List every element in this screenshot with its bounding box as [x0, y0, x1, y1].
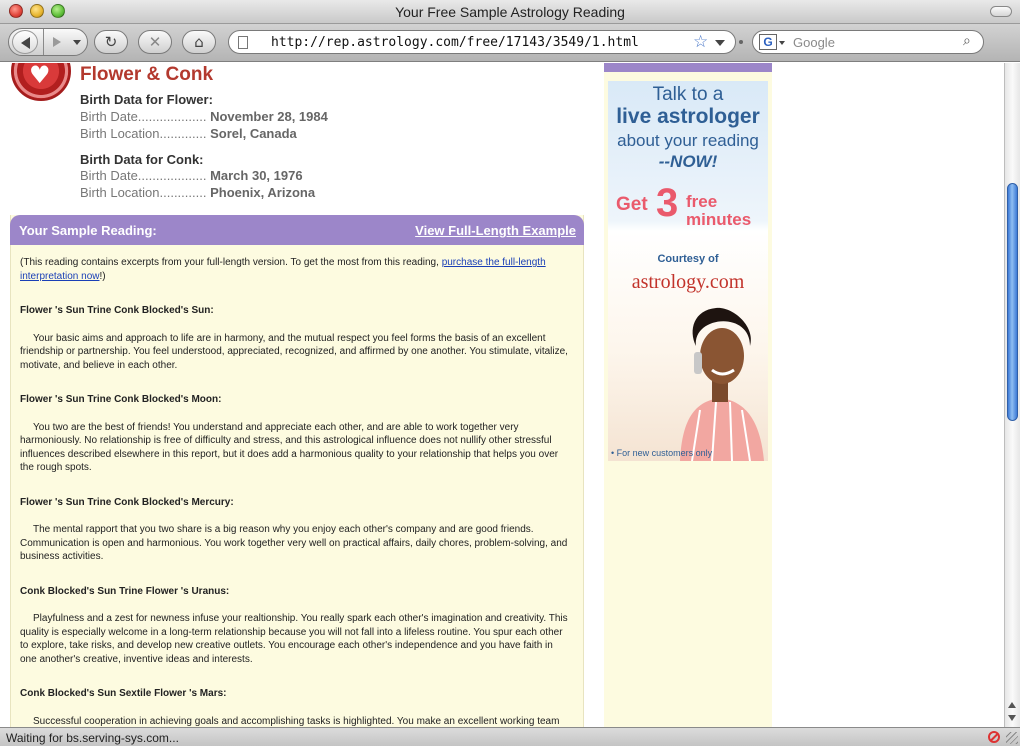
reading-intro: (This reading contains excerpts from you… [20, 256, 572, 283]
ad-courtesy-text: Courtesy of [657, 253, 719, 265]
section-text: You two are the best of friends! You und… [20, 421, 559, 474]
ad-brand-logo: astrology.com [631, 271, 745, 293]
forward-button[interactable] [53, 37, 61, 47]
reload-icon: ↻ [104, 33, 118, 51]
url-input[interactable]: http://rep.astrology.com/free/17143/3549… [271, 35, 639, 50]
birth-location-label: Birth Location............. [80, 185, 207, 200]
search-icon[interactable]: ⌕ [963, 33, 971, 49]
birth-date-label: Birth Date................... [80, 168, 207, 183]
browser-toolbar: ↻ ✕ ⌂ http://rep.astrology.com/free/1714… [0, 24, 1020, 62]
ad-line-3: about your reading [617, 131, 759, 150]
reload-button[interactable]: ↻ [94, 30, 128, 54]
toolbar-dot [739, 40, 743, 44]
section-title: Conk Blocked's Sun Trine Flower 's Uranu… [20, 585, 230, 597]
status-bar: Waiting for bs.serving-sys.com... [0, 727, 1020, 746]
person1-birth-location: Birth Location............. Sorel, Canad… [80, 126, 297, 141]
stop-button[interactable]: ✕ [138, 30, 172, 54]
birth-location-value: Phoenix, Arizona [210, 185, 316, 200]
birth-date-label: Birth Date................... [80, 109, 207, 124]
ad-line-4: --NOW! [658, 152, 718, 171]
astrology-logo: ♥ [11, 63, 71, 101]
section-text: Playfulness and a zest for newness infus… [20, 613, 568, 665]
page-title: Flower & Conk [80, 64, 214, 85]
back-forward-group [8, 28, 88, 56]
intro-text-end: !) [99, 270, 106, 282]
ad-line-1: Talk to a [652, 84, 724, 105]
person1-heading: Birth Data for Flower: [80, 92, 213, 107]
url-dropdown-icon[interactable] [715, 40, 725, 46]
scroll-arrows [1004, 700, 1020, 727]
status-text: Waiting for bs.serving-sys.com... [6, 731, 179, 745]
search-input[interactable]: Google [793, 35, 835, 50]
heart-icon: ♥ [29, 63, 51, 89]
stop-icon: ✕ [148, 33, 162, 51]
vertical-scrollbar[interactable] [1004, 63, 1020, 727]
birth-location-label: Birth Location............. [80, 126, 207, 141]
blocked-icon[interactable] [988, 731, 1000, 743]
ad-person-photo [680, 307, 764, 461]
birth-date-value: March 30, 1976 [210, 168, 303, 183]
section-title: Flower 's Sun Trine Conk Blocked's Moon: [20, 394, 222, 405]
person2-birth-date: Birth Date................... March 30, … [80, 168, 303, 183]
window-title: Your Free Sample Astrology Reading [395, 4, 625, 20]
search-bar[interactable]: G Google ⌕ [752, 30, 984, 54]
intro-text: (This reading contains excerpts from you… [20, 257, 442, 268]
section-text: Successful cooperation in achieving goal… [33, 715, 560, 727]
address-bar[interactable]: http://rep.astrology.com/free/17143/3549… [228, 30, 736, 54]
view-full-length-link[interactable]: View Full-Length Example [415, 223, 576, 238]
ad-column-header [604, 63, 772, 72]
ad-get-text: Get [616, 194, 648, 215]
birth-date-value: November 28, 1984 [210, 109, 328, 124]
back-button[interactable] [12, 30, 38, 54]
person2-heading: Birth Data for Conk: [80, 152, 204, 167]
ad-free-text: free [686, 192, 718, 211]
back-arrow-icon [21, 37, 30, 49]
bookmark-star-icon[interactable]: ☆ [693, 32, 708, 52]
ad-note: • For new customers only [611, 448, 713, 458]
toolbar-toggle-button[interactable] [990, 6, 1012, 17]
resize-grip-icon[interactable] [1006, 732, 1018, 744]
window-titlebar: Your Free Sample Astrology Reading [0, 0, 1020, 24]
scroll-up-icon[interactable] [1008, 702, 1016, 708]
section-title: Flower 's Sun Trine Conk Blocked's Sun: [20, 305, 214, 316]
scroll-thumb[interactable] [1007, 183, 1018, 421]
section-title: Flower 's Sun Trine Conk Blocked's Mercu… [20, 496, 234, 508]
reading-header: Your Sample Reading: View Full-Length Ex… [10, 215, 584, 245]
page-viewport: ♥ Flower & Conk Birth Data for Flower: B… [0, 63, 1004, 727]
section-text: The mental rapport that you two share is… [20, 524, 568, 562]
search-engine-icon[interactable]: G [759, 34, 777, 50]
search-engine-dropdown-icon[interactable] [779, 41, 785, 45]
scroll-down-icon[interactable] [1008, 715, 1016, 721]
person2-birth-location: Birth Location............. Phoenix, Ari… [80, 185, 315, 200]
person1-birth-date: Birth Date................... November 2… [80, 109, 328, 124]
home-icon: ⌂ [194, 33, 204, 51]
nav-separator [43, 29, 44, 55]
history-dropdown-icon[interactable] [73, 40, 81, 45]
home-button[interactable]: ⌂ [182, 30, 216, 54]
page-icon [238, 36, 248, 49]
birth-location-value: Sorel, Canada [210, 126, 297, 141]
section-text: Your basic aims and approach to life are… [20, 332, 568, 371]
ad-three-text: 3 [656, 181, 679, 225]
ad-minutes-text: minutes [686, 210, 752, 229]
ad-line-2: live astrologer [616, 105, 760, 128]
astrologer-ad-banner[interactable]: Talk to a live astrologer about your rea… [608, 81, 768, 461]
reading-header-title: Your Sample Reading: [19, 223, 157, 238]
reading-body: (This reading contains excerpts from you… [20, 256, 572, 727]
section-title: Conk Blocked's Sun Sextile Flower 's Mar… [20, 688, 227, 699]
